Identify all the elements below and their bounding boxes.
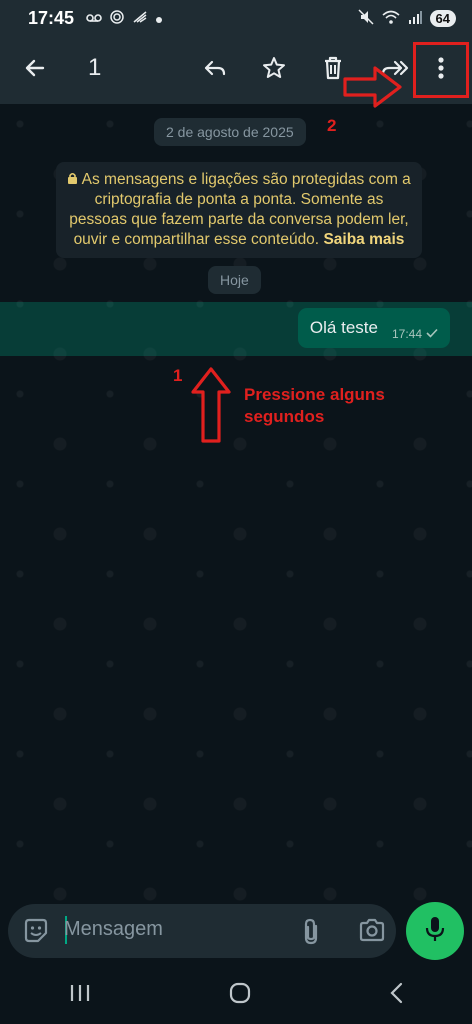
status-time: 17:45 (28, 7, 75, 28)
message-text: Olá teste (309, 318, 378, 337)
nav-back-icon[interactable] (389, 982, 403, 1009)
encryption-notice[interactable]: As mensagens e ligações são protegidas c… (56, 162, 422, 258)
star-button[interactable] (254, 50, 294, 90)
mic-icon (425, 916, 445, 947)
chat-area[interactable]: 2 de agosto de 2025 As mensagens e ligaç… (0, 104, 472, 904)
home-icon[interactable] (229, 982, 251, 1009)
delete-icon (322, 56, 344, 85)
status-bar: 17:45 64 (0, 0, 472, 36)
status-left-icons (86, 9, 163, 27)
message-meta: 17:44 (392, 327, 438, 341)
back-arrow-icon (23, 56, 47, 85)
annotation-highlight-box (413, 42, 469, 98)
lock-icon (67, 171, 81, 188)
annotation-step1-number: 1 (173, 366, 183, 385)
annotation-right-arrow-icon (342, 64, 404, 115)
system-nav-bar (0, 966, 472, 1024)
sticker-icon[interactable] (22, 917, 50, 950)
message-bubble[interactable]: Olá teste 17:44 (297, 308, 450, 348)
annotation-up-arrow-icon (190, 366, 232, 449)
date-label: 2 de agosto de 2025 (154, 118, 306, 146)
attach-icon[interactable] (300, 918, 322, 951)
reply-icon (202, 56, 228, 85)
wifi-icon (382, 10, 400, 27)
annotation-step2-number: 2 (327, 116, 337, 135)
recent-apps-icon[interactable] (69, 983, 91, 1008)
selected-count: 1 (88, 54, 102, 81)
message-input[interactable]: Mensagem (64, 918, 163, 941)
mute-icon (358, 8, 374, 28)
battery-level: 64 (429, 9, 456, 27)
cell-signal-icon (408, 10, 422, 27)
dot-icon (156, 10, 163, 26)
voicemail-icon (86, 10, 102, 26)
reply-button[interactable] (195, 50, 235, 90)
camera-icon[interactable] (358, 918, 386, 947)
voice-message-button[interactable] (406, 902, 464, 960)
message-time: 17:44 (391, 327, 422, 341)
check-icon (426, 327, 438, 341)
message-composer: Mensagem (8, 904, 396, 958)
nfc-icon (110, 9, 124, 27)
today-label: Hoje (208, 266, 261, 294)
learn-more-link[interactable]: Saiba mais (323, 231, 404, 248)
back-button[interactable] (15, 50, 55, 90)
star-icon (262, 56, 286, 85)
annotation-step1-text: Pressione alguns segundos (244, 385, 385, 426)
signal-sync-icon (132, 10, 148, 27)
status-right-icons: 64 (358, 8, 456, 28)
